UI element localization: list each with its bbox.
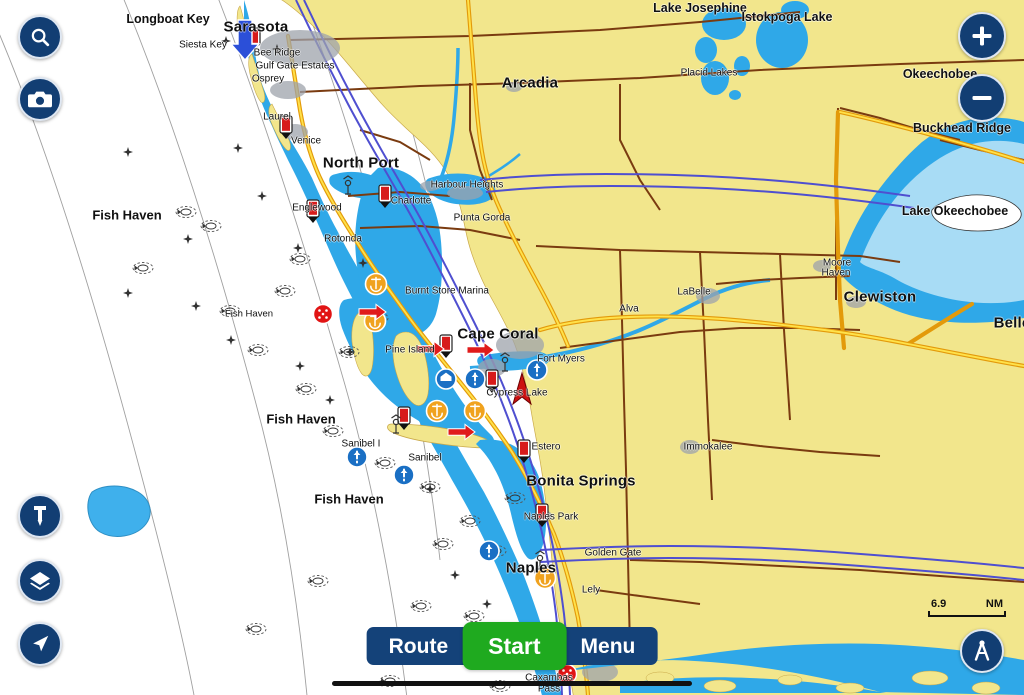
navigate-button[interactable]: [18, 622, 62, 666]
scale-value: 6.9: [931, 598, 947, 610]
home-indicator[interactable]: [332, 681, 692, 686]
zoom-out-icon: [969, 85, 995, 111]
camera-button[interactable]: [18, 77, 62, 121]
action-bar: Route Start Menu: [366, 622, 658, 670]
chart-app-window: Sarasota Arcadia North Port Cape Coral Clewi…: [0, 0, 1024, 695]
search-icon: [29, 26, 51, 48]
divider-tool-button[interactable]: [960, 629, 1004, 673]
camera-icon: [28, 88, 52, 110]
layers-button[interactable]: [18, 559, 62, 603]
zoom-in-button[interactable]: [958, 12, 1006, 60]
pin-icon: [30, 504, 50, 528]
search-button[interactable]: [18, 15, 62, 59]
divider-icon: [971, 639, 993, 663]
scale-unit: NM: [985, 598, 1003, 610]
zoom-in-icon: [969, 23, 995, 49]
zoom-out-button[interactable]: [958, 74, 1006, 122]
scale-bar: 6.9 NM: [928, 598, 1006, 617]
waypoint-button[interactable]: [18, 494, 62, 538]
layers-icon: [28, 570, 52, 592]
scale-rule: [928, 611, 1006, 617]
navigate-icon: [29, 633, 51, 655]
nautical-chart-map[interactable]: [0, 0, 1024, 695]
start-button[interactable]: Start: [462, 622, 567, 670]
